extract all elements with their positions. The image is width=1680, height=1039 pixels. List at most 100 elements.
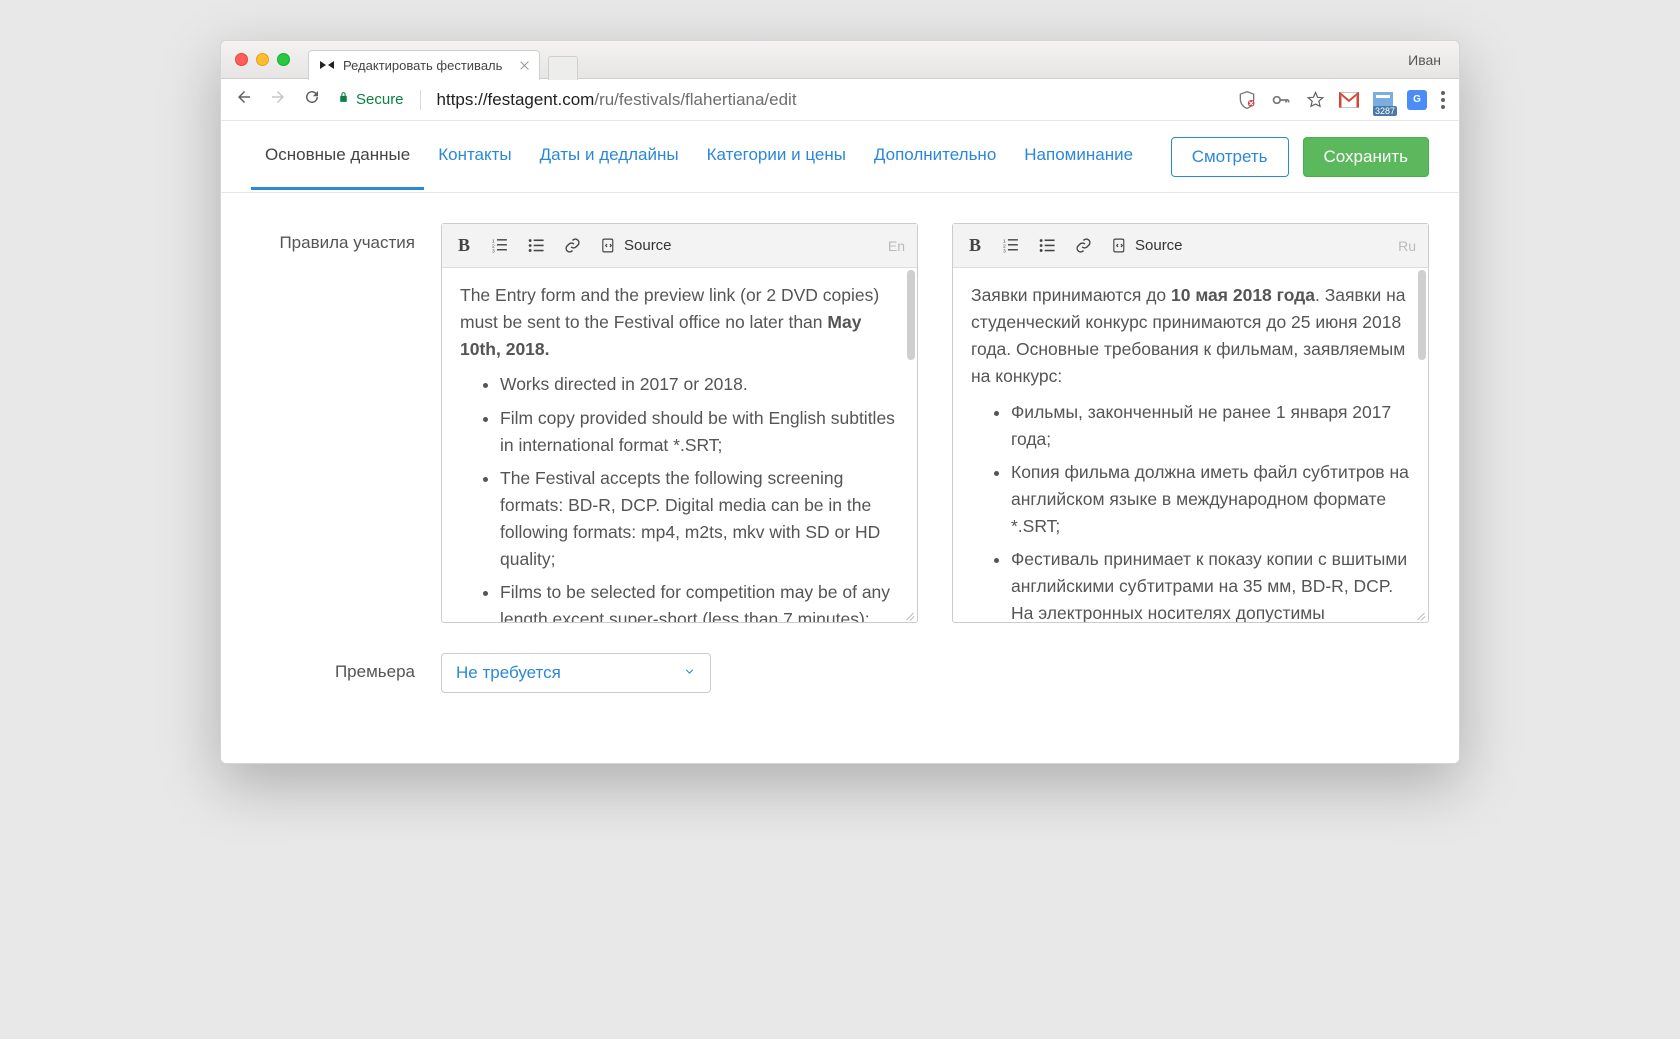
url-host: https://festagent.com — [437, 90, 595, 109]
gmail-icon[interactable] — [1339, 90, 1359, 110]
bowtie-favicon-icon — [319, 57, 335, 73]
bold-button[interactable]: B — [454, 236, 474, 256]
tab-title: Редактировать фестиваль — [343, 58, 502, 73]
resize-handle[interactable] — [1414, 608, 1426, 620]
tab-label: Напоминание — [1024, 145, 1133, 164]
tab-close-button[interactable] — [520, 61, 529, 70]
source-icon — [598, 236, 618, 256]
source-label: Source — [624, 237, 672, 254]
svg-text:2: 2 — [1003, 244, 1006, 250]
source-label: Source — [1135, 237, 1183, 254]
browser-tab[interactable]: Редактировать фестиваль — [308, 50, 540, 80]
scrollbar-thumb[interactable] — [1418, 270, 1426, 360]
rules-ru-intro-bold: 10 мая 2018 года — [1171, 285, 1315, 305]
form-tabs-row: Основные данные Контакты Даты и дедлайны… — [221, 121, 1459, 193]
premiere-selected-value: Не требуется — [456, 663, 561, 683]
chrome-menu-button[interactable] — [1441, 91, 1445, 109]
resize-handle[interactable] — [903, 608, 915, 620]
chrome-profile-name[interactable]: Иван — [1408, 52, 1459, 68]
browser-window: Редактировать фестиваль Иван Secure http… — [220, 40, 1460, 764]
list-item: The Festival accepts the following scree… — [500, 465, 899, 574]
secure-badge[interactable]: Secure — [337, 91, 404, 108]
premiere-row: Премьера Не требуется — [251, 653, 1429, 693]
rules-label: Правила участия — [251, 223, 441, 253]
premiere-label: Премьера — [251, 653, 441, 682]
list-item: Films to be selected for competition may… — [500, 579, 899, 622]
editor-content-en[interactable]: The Entry form and the preview link (or … — [442, 268, 917, 622]
extension-shield-icon[interactable] — [1237, 90, 1257, 110]
toolbar-actions: 3287 G — [1237, 90, 1445, 110]
svg-text:3: 3 — [1003, 249, 1006, 254]
ordered-list-button[interactable]: 123 — [1001, 236, 1021, 256]
mail-counter-extension-icon[interactable]: 3287 — [1373, 90, 1393, 110]
address-bar[interactable]: https://festagent.com/ru/festivals/flahe… — [437, 90, 797, 110]
link-button[interactable] — [562, 236, 582, 256]
view-button[interactable]: Смотреть — [1171, 137, 1289, 177]
form-area: Правила участия B 123 — [221, 193, 1459, 763]
list-item: Фестиваль принимает к показу копии с вши… — [1011, 546, 1410, 622]
tab-additional[interactable]: Дополнительно — [860, 123, 1010, 190]
scrollbar-thumb[interactable] — [907, 270, 915, 360]
mail-counter-badge: 3287 — [1373, 106, 1397, 116]
form-actions: Смотреть Сохранить — [1171, 137, 1429, 177]
page-content: Основные данные Контакты Даты и дедлайны… — [221, 121, 1459, 763]
bookmark-star-icon[interactable] — [1305, 90, 1325, 110]
save-button[interactable]: Сохранить — [1303, 137, 1429, 177]
unordered-list-button[interactable] — [526, 236, 546, 256]
reload-button[interactable] — [303, 88, 321, 111]
back-button[interactable] — [235, 88, 253, 112]
tab-categories-prices[interactable]: Категории и цены — [693, 123, 860, 190]
list-item: Копия фильма должна иметь файл субтитров… — [1011, 459, 1410, 540]
list-item: Фильмы, законченный не ранее 1 января 20… — [1011, 399, 1410, 453]
window-minimize-button[interactable] — [256, 53, 269, 66]
rules-ru-intro: Заявки принимаются до — [971, 285, 1171, 305]
url-path: /ru/festivals/flahertiana/edit — [594, 90, 796, 109]
editor-toolbar-en: B 123 — [442, 224, 917, 268]
tab-label: Основные данные — [265, 145, 410, 164]
link-button[interactable] — [1073, 236, 1093, 256]
list-item: Film copy provided should be with Englis… — [500, 405, 899, 459]
tab-contacts[interactable]: Контакты — [424, 123, 525, 190]
premiere-select[interactable]: Не требуется — [441, 653, 711, 693]
forward-button[interactable] — [269, 88, 287, 112]
tab-reminder[interactable]: Напоминание — [1010, 123, 1147, 190]
window-zoom-button[interactable] — [277, 53, 290, 66]
rules-editor-en: B 123 — [441, 223, 918, 623]
svg-text:1: 1 — [1003, 239, 1006, 245]
source-button[interactable]: Source — [598, 236, 672, 256]
tab-label: Даты и дедлайны — [540, 145, 679, 164]
tab-label: Категории и цены — [707, 145, 846, 164]
editor-toolbar-ru: B 123 — [953, 224, 1428, 268]
rules-editor-ru: B 123 — [952, 223, 1429, 623]
rules-en-intro: The Entry form and the preview link (or … — [460, 285, 879, 332]
chevron-down-icon — [683, 663, 696, 683]
traffic-lights — [221, 53, 290, 66]
lock-icon — [337, 91, 350, 108]
secure-label: Secure — [356, 91, 404, 108]
window-titlebar: Редактировать фестиваль Иван — [221, 41, 1459, 79]
divider — [420, 90, 421, 110]
tab-label: Контакты — [438, 145, 511, 164]
form-tabs: Основные данные Контакты Даты и дедлайны… — [251, 123, 1147, 190]
participation-rules-row: Правила участия B 123 — [251, 223, 1429, 623]
editor-lang-en: En — [888, 238, 905, 254]
svg-text:2: 2 — [492, 244, 495, 250]
google-translate-icon[interactable]: G — [1407, 90, 1427, 110]
unordered-list-button[interactable] — [1037, 236, 1057, 256]
ordered-list-button[interactable]: 123 — [490, 236, 510, 256]
source-icon — [1109, 236, 1129, 256]
tab-dates-deadlines[interactable]: Даты и дедлайны — [526, 123, 693, 190]
source-button[interactable]: Source — [1109, 236, 1183, 256]
bold-button[interactable]: B — [965, 236, 985, 256]
list-item: Works directed in 2017 or 2018. — [500, 371, 899, 398]
new-tab-button[interactable] — [548, 56, 578, 80]
tab-label: Дополнительно — [874, 145, 996, 164]
tab-main-data[interactable]: Основные данные — [251, 123, 424, 190]
browser-toolbar: Secure https://festagent.com/ru/festival… — [221, 79, 1459, 121]
svg-text:3: 3 — [492, 249, 495, 254]
editor-lang-ru: Ru — [1398, 238, 1416, 254]
window-close-button[interactable] — [235, 53, 248, 66]
editor-content-ru[interactable]: Заявки принимаются до 10 мая 2018 года. … — [953, 268, 1428, 622]
svg-text:1: 1 — [492, 239, 495, 245]
key-icon[interactable] — [1271, 90, 1291, 110]
